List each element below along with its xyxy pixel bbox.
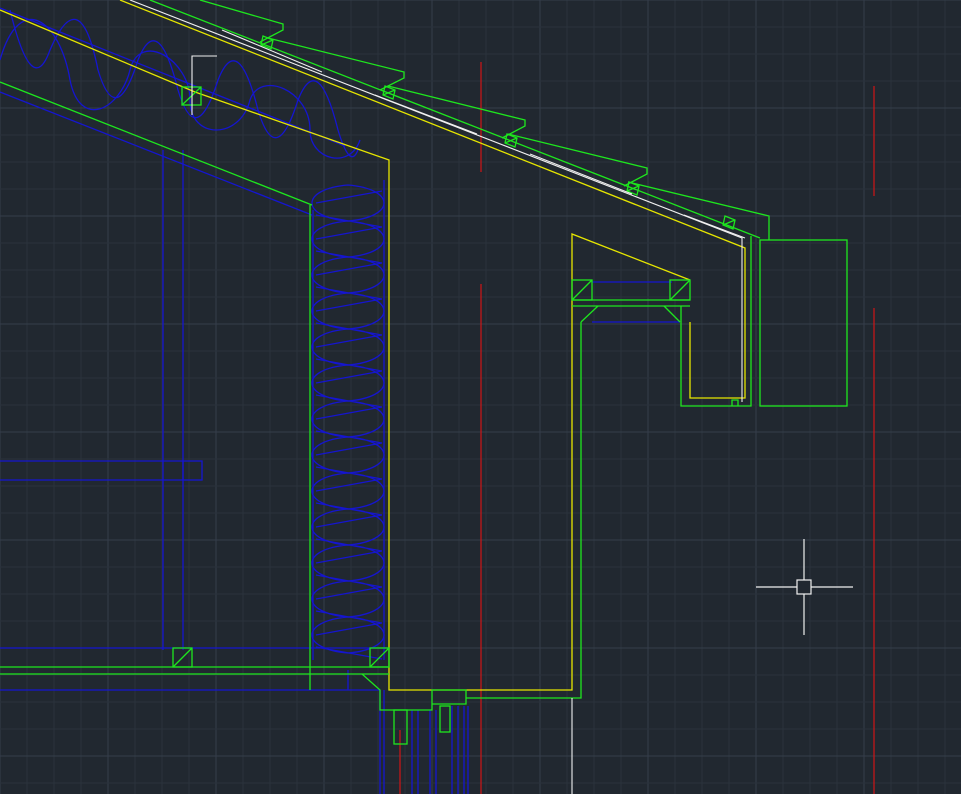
- rafter-bottom-line: [0, 91, 313, 216]
- foundation-lines: [379, 690, 469, 794]
- roof-membrane: [129, 0, 743, 402]
- tile-row-3: [387, 85, 526, 139]
- insulation-layer: [0, 7, 680, 794]
- ucs-marker: [191, 55, 217, 115]
- rafter-green-line: [0, 81, 313, 206]
- pile-cap-2: [439, 705, 451, 733]
- fascia-outline: [680, 236, 752, 407]
- drawing-canvas[interactable]: [0, 0, 961, 794]
- wall-insulation-batts: [311, 184, 385, 660]
- fascia-board: [759, 239, 848, 407]
- membrane-strip-2: [374, 94, 478, 135]
- ceiling-finish: [0, 9, 196, 93]
- reference-lines: [399, 62, 875, 794]
- tile-row-2: [267, 37, 405, 91]
- tile-row-5: [627, 181, 770, 240]
- eave-brace-right: [663, 305, 681, 323]
- tile-row-4: [507, 133, 648, 187]
- ceiling-beam-end: [182, 460, 203, 481]
- timber-layer: [0, 0, 848, 745]
- cad-drawing[interactable]: [0, 0, 961, 794]
- rafter-top-line: [0, 7, 346, 147]
- pickbox: [796, 579, 812, 595]
- counter-batten: [149, 0, 761, 239]
- membrane-strip-4: [683, 214, 746, 239]
- eave-brace-left: [580, 305, 599, 323]
